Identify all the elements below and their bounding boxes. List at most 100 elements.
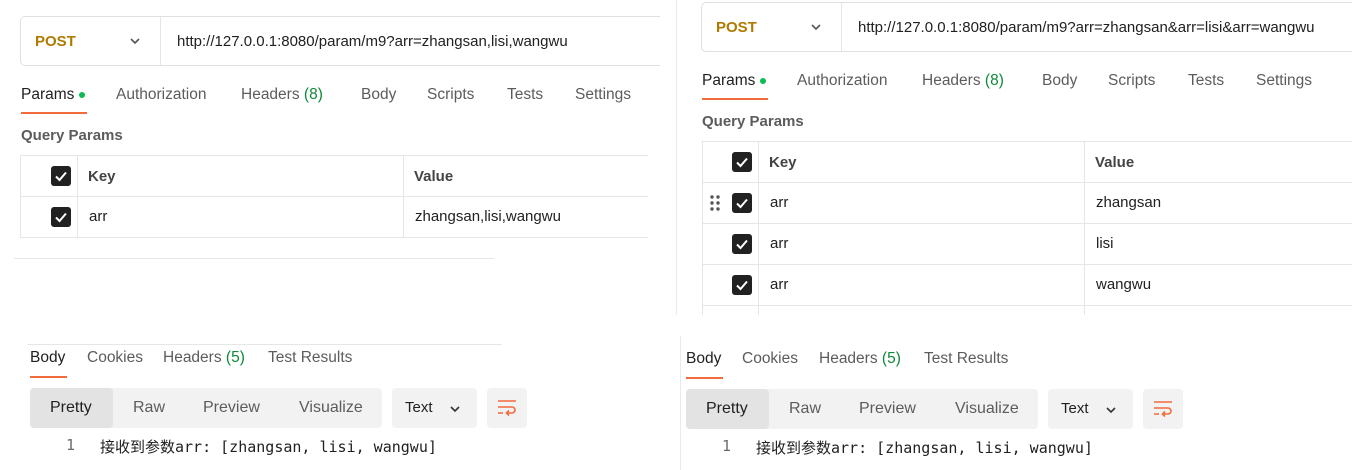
table-border <box>702 141 703 315</box>
tab-authorization[interactable]: Authorization <box>797 72 887 90</box>
format-select[interactable]: Text <box>392 388 477 428</box>
tab-params[interactable]: Params <box>702 72 767 90</box>
table-border <box>20 155 21 237</box>
tab-label: Headers <box>922 72 981 89</box>
url-input[interactable]: http://127.0.0.1:8080/param/m9?arr=zhang… <box>161 33 568 50</box>
chevron-down-icon <box>450 406 460 413</box>
param-key[interactable]: arr <box>770 235 788 252</box>
tab-test-results[interactable]: Test Results <box>924 350 1008 368</box>
section-title: Query Params <box>21 127 123 144</box>
table-border <box>20 237 648 238</box>
section-title: Query Params <box>702 113 804 130</box>
divider <box>14 258 494 259</box>
table-border <box>1084 141 1085 315</box>
row-checkbox[interactable] <box>732 275 752 295</box>
method-label: POST <box>35 32 76 50</box>
mode-visualize[interactable]: Visualize <box>955 400 1019 418</box>
row-checkbox[interactable] <box>732 234 752 254</box>
checkbox-checked-icon <box>55 212 67 223</box>
checkbox-checked-icon <box>736 280 748 291</box>
table-border <box>702 305 1352 306</box>
chevron-down-icon <box>130 38 140 45</box>
chevron-down-icon <box>1106 407 1116 414</box>
tab-label: Headers <box>819 350 878 367</box>
headers-count: (5) <box>881 350 901 367</box>
request-bar: POST http://127.0.0.1:8080/param/m9?arr=… <box>20 16 660 66</box>
line-number: 1 <box>722 437 732 455</box>
format-label: Text <box>1061 400 1089 417</box>
format-select[interactable]: Text <box>1048 389 1133 429</box>
table-border <box>702 141 1352 142</box>
param-value[interactable]: zhangsan <box>1096 194 1161 211</box>
mode-preview[interactable]: Preview <box>859 400 916 418</box>
param-value[interactable]: wangwu <box>1096 276 1151 293</box>
panel-separator <box>676 0 677 315</box>
checkbox-checked-icon <box>55 171 67 182</box>
method-select[interactable]: POST <box>702 3 842 51</box>
divider <box>28 344 502 345</box>
response-line: 接收到参数arr: [zhangsan, lisi, wangwu] <box>756 439 1093 457</box>
column-header-key: Key <box>88 168 116 185</box>
row-checkbox[interactable] <box>51 207 71 227</box>
checkbox-checked-icon <box>736 198 748 209</box>
tab-label: Params <box>702 72 756 89</box>
select-all-checkbox[interactable] <box>51 166 71 186</box>
chevron-down-icon <box>811 24 821 31</box>
mode-preview[interactable]: Preview <box>203 399 260 417</box>
checkbox-checked-icon <box>736 157 748 168</box>
line-number: 1 <box>66 436 76 454</box>
format-label: Text <box>405 399 433 416</box>
column-header-value: Value <box>414 168 454 185</box>
tab-cookies[interactable]: Cookies <box>742 350 798 368</box>
param-value[interactable]: lisi <box>1096 235 1114 252</box>
request-bar: POST http://127.0.0.1:8080/param/m9?arr=… <box>701 2 1352 52</box>
table-border <box>20 196 648 197</box>
active-tab-underline <box>702 98 768 100</box>
url-input[interactable]: http://127.0.0.1:8080/param/m9?arr=zhang… <box>842 19 1315 36</box>
mode-raw[interactable]: Raw <box>133 399 165 417</box>
table-border <box>758 141 759 315</box>
response-tabs: Body Cookies Headers (5) Test Results <box>0 350 1352 374</box>
table-border <box>702 264 1352 265</box>
param-key[interactable]: arr <box>770 194 788 211</box>
param-key[interactable]: arr <box>770 276 788 293</box>
wrap-lines-icon <box>1154 401 1172 418</box>
tab-headers[interactable]: Headers (8) <box>922 72 1004 90</box>
mode-pretty[interactable]: Pretty <box>50 399 92 417</box>
tab-scripts[interactable]: Scripts <box>1108 72 1155 90</box>
table-border <box>702 223 1352 224</box>
mode-visualize[interactable]: Visualize <box>299 399 363 417</box>
active-tab-underline <box>21 112 87 114</box>
checkbox-checked-icon <box>736 239 748 250</box>
active-tab-underline <box>30 376 67 378</box>
wrap-lines-button[interactable] <box>1143 389 1183 429</box>
select-all-checkbox[interactable] <box>732 152 752 172</box>
table-border <box>20 155 648 156</box>
wrap-lines-button[interactable] <box>487 388 527 428</box>
tab-response-body[interactable]: Body <box>686 350 721 368</box>
column-header-value: Value <box>1095 154 1135 171</box>
param-value[interactable]: zhangsan,lisi,wangwu <box>415 208 561 225</box>
active-tab-underline <box>686 377 723 379</box>
method-label: POST <box>716 18 757 36</box>
table-border <box>702 182 1352 183</box>
tab-response-headers[interactable]: Headers (5) <box>819 350 901 368</box>
tab-tests[interactable]: Tests <box>1188 72 1224 90</box>
request-tabs: Params Authorization Headers (8) Body Sc… <box>0 72 1352 96</box>
response-line: 接收到参数arr: [zhangsan, lisi, wangwu] <box>100 438 437 456</box>
drag-handle-icon[interactable] <box>709 194 721 212</box>
headers-count: (8) <box>984 72 1004 89</box>
table-border <box>403 155 404 237</box>
row-checkbox[interactable] <box>732 193 752 213</box>
wrap-lines-icon <box>498 400 516 417</box>
param-key[interactable]: arr <box>89 208 107 225</box>
method-select[interactable]: POST <box>21 17 161 65</box>
view-mode-toggle: Pretty Raw Preview Visualize <box>30 388 382 428</box>
tab-body[interactable]: Body <box>1042 72 1077 90</box>
mode-pretty[interactable]: Pretty <box>706 400 748 418</box>
column-header-key: Key <box>769 154 797 171</box>
table-border <box>77 155 78 237</box>
tab-settings[interactable]: Settings <box>1256 72 1312 90</box>
mode-raw[interactable]: Raw <box>789 400 821 418</box>
params-active-dot <box>760 77 767 84</box>
